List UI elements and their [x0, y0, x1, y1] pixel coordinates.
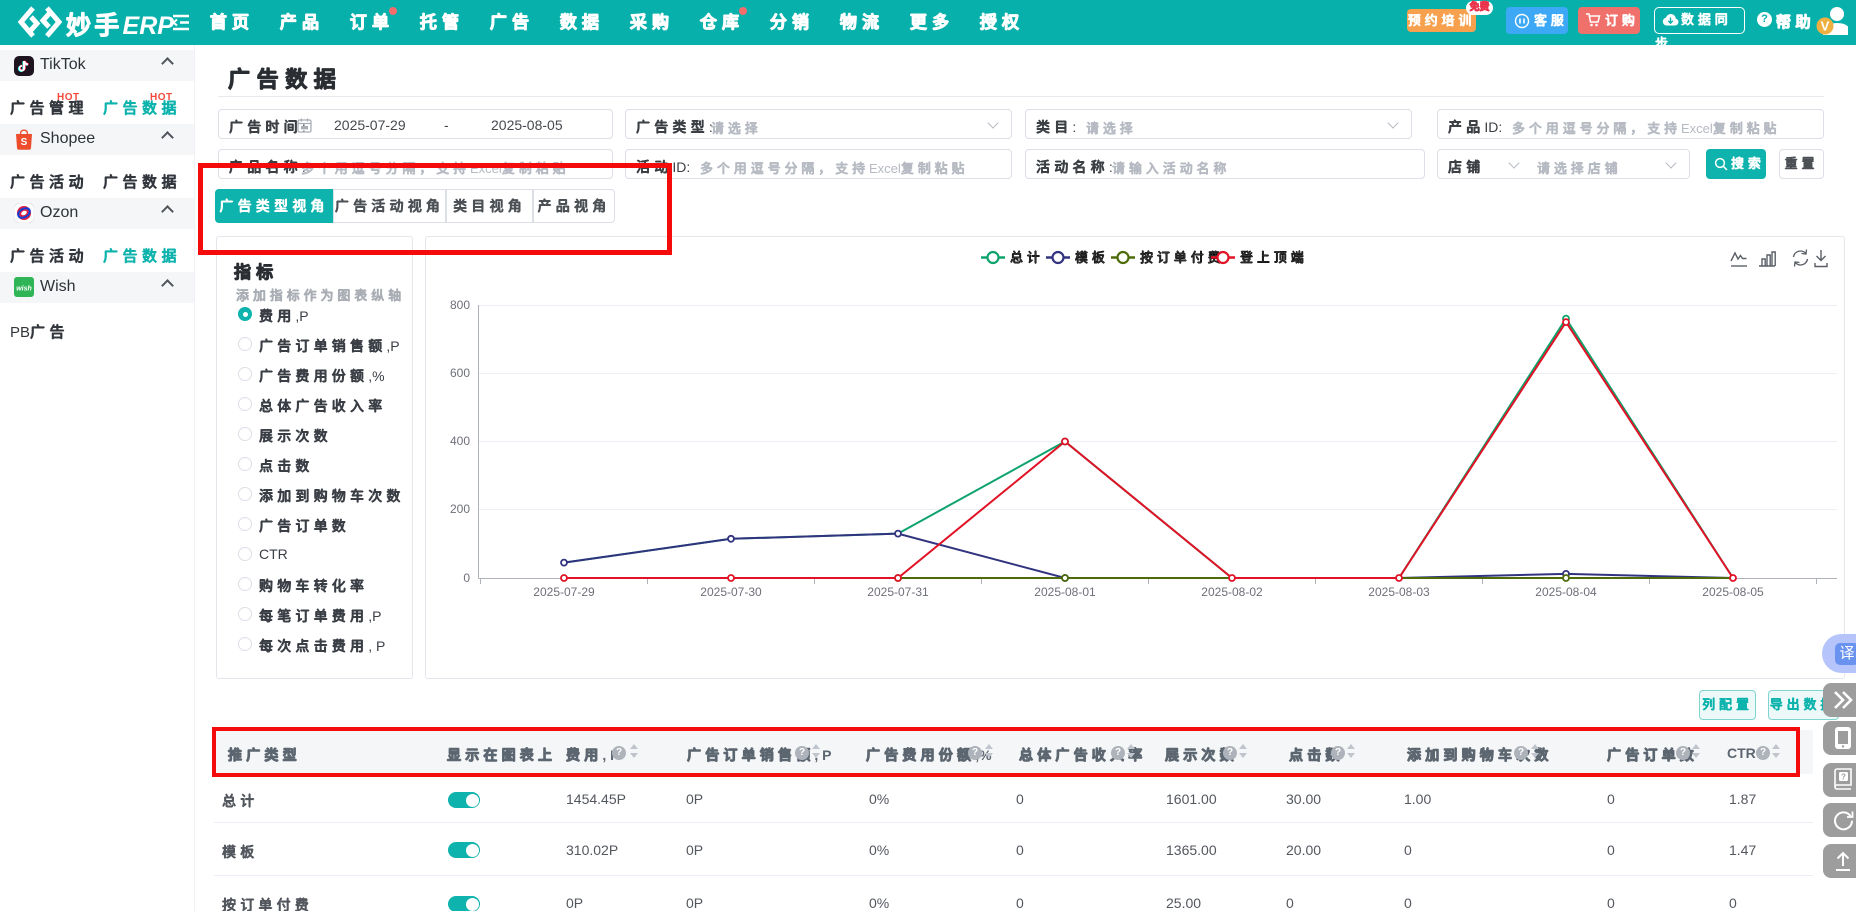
svg-text:2025-08-01: 2025-08-01 — [1034, 585, 1096, 599]
svg-text:模板: 模板 — [1075, 250, 1109, 265]
svg-text:2025-08-02: 2025-08-02 — [1201, 585, 1263, 599]
svg-text:400: 400 — [450, 434, 470, 448]
svg-text:2025-07-31: 2025-07-31 — [867, 585, 929, 599]
svg-text:总计: 总计 — [1010, 250, 1044, 265]
svg-text:600: 600 — [450, 366, 470, 380]
svg-text:S: S — [21, 137, 28, 148]
svg-text:wish: wish — [16, 286, 32, 293]
svg-text:2025-08-03: 2025-08-03 — [1368, 585, 1430, 599]
svg-text:V: V — [1821, 19, 1830, 34]
svg-text:2025-08-04: 2025-08-04 — [1535, 585, 1597, 599]
svg-text:登上顶端: 登上顶端 — [1240, 250, 1308, 265]
svg-text:2025-07-29: 2025-07-29 — [533, 585, 595, 599]
svg-text:2025-07-30: 2025-07-30 — [700, 585, 762, 599]
svg-text:0: 0 — [463, 571, 470, 585]
svg-text:800: 800 — [450, 298, 470, 312]
svg-text:2025-08-05: 2025-08-05 — [1702, 585, 1764, 599]
svg-text:200: 200 — [450, 502, 470, 516]
svg-text:?: ? — [1841, 773, 1846, 782]
